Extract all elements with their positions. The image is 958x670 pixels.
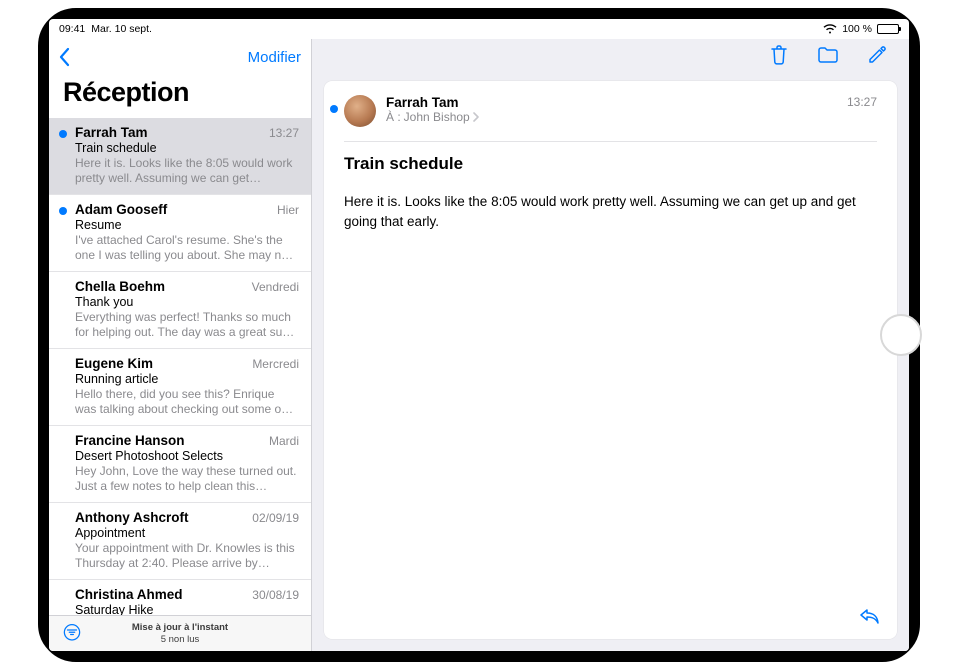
compose-button[interactable]	[867, 45, 887, 70]
battery-icon	[877, 24, 899, 34]
message-item[interactable]: Eugene Kim MercrediRunning articleHello t…	[49, 349, 311, 426]
message-date: Hier	[277, 203, 299, 217]
message-preview: Hello there, did you see this? Enrique w…	[75, 387, 299, 417]
message-item[interactable]: Adam Gooseff HierResumeI've attached Caro…	[49, 195, 311, 272]
message-sender: Adam Gooseff	[75, 202, 167, 217]
message-sender: Chella Boehm	[75, 279, 165, 294]
reader-toolbar	[312, 39, 909, 75]
sidebar-toolbar: Modifier	[49, 39, 311, 75]
message-preview: Everything was perfect! Thanks so much f…	[75, 310, 299, 340]
message-item[interactable]: Chella Boehm VendrediThank youEverything …	[49, 272, 311, 349]
message-item[interactable]: Anthony Ashcroft 02/09/19AppointmentYour …	[49, 503, 311, 580]
footer-unread-count: 5 non lus	[161, 634, 200, 645]
message-sender: Farrah Tam	[75, 125, 148, 140]
message-subject: Appointment	[75, 526, 299, 540]
mailbox-title: Réception	[49, 75, 311, 118]
message-preview: Here it is. Looks like the 8:05 would wo…	[75, 156, 299, 186]
message-sender: Anthony Ashcroft	[75, 510, 189, 525]
mail-to-row[interactable]: À : John Bishop	[386, 110, 837, 124]
move-button[interactable]	[817, 46, 839, 69]
message-sender: Francine Hanson	[75, 433, 185, 448]
mail-sender[interactable]: Farrah Tam	[386, 95, 837, 110]
reader-pane: Farrah Tam À : John Bishop 13:27	[312, 39, 909, 651]
footer-status: Mise à jour à l'instant	[132, 622, 228, 633]
unread-dot-icon	[59, 207, 67, 215]
message-subject: Train schedule	[75, 141, 299, 155]
battery-percent: 100 %	[842, 23, 872, 35]
mail-body: Here it is. Looks like the 8:05 would wo…	[344, 192, 877, 231]
sidebar-footer: Mise à jour à l'instant 5 non lus	[49, 615, 311, 651]
to-label: À :	[386, 110, 401, 124]
screen: 09:41 Mar. 10 sept. 100 % M	[49, 19, 909, 651]
delete-button[interactable]	[769, 44, 789, 71]
filter-button[interactable]	[63, 623, 81, 644]
home-button[interactable]	[880, 314, 922, 356]
sidebar: Modifier Réception Farrah Tam 13:27Train …	[49, 39, 312, 651]
mail-time: 13:27	[847, 95, 877, 109]
message-subject: Running article	[75, 372, 299, 386]
message-date: Mercredi	[252, 357, 299, 371]
message-sender: Eugene Kim	[75, 356, 153, 371]
message-date: 02/09/19	[252, 511, 299, 525]
message-item[interactable]: Farrah Tam 13:27Train scheduleHere it is.…	[49, 118, 311, 195]
back-button[interactable]	[53, 43, 77, 71]
message-preview: Hey John, Love the way these turned out.…	[75, 464, 299, 494]
message-subject: Thank you	[75, 295, 299, 309]
mail-card: Farrah Tam À : John Bishop 13:27	[324, 81, 897, 639]
status-date: Mar. 10 sept.	[91, 23, 152, 35]
mail-subject: Train schedule	[344, 154, 877, 174]
message-date: 30/08/19	[252, 588, 299, 602]
message-sender: Christina Ahmed	[75, 587, 183, 602]
to-name: John Bishop	[404, 110, 470, 124]
message-date: Vendredi	[252, 280, 299, 294]
message-subject: Desert Photoshoot Selects	[75, 449, 299, 463]
message-subject: Resume	[75, 218, 299, 232]
mail-header: Farrah Tam À : John Bishop 13:27	[344, 95, 877, 127]
unread-dot-icon	[330, 105, 338, 113]
chevron-right-icon	[473, 112, 480, 122]
message-item[interactable]: Francine Hanson MardiDesert Photoshoot Se…	[49, 426, 311, 503]
status-time: 09:41	[59, 23, 85, 35]
message-preview: Your appointment with Dr. Knowles is thi…	[75, 541, 299, 571]
message-list[interactable]: Farrah Tam 13:27Train scheduleHere it is.…	[49, 118, 311, 615]
unread-dot-icon	[59, 130, 67, 138]
status-bar: 09:41 Mar. 10 sept. 100 %	[49, 19, 909, 39]
ipad-frame: 09:41 Mar. 10 sept. 100 % M	[38, 8, 920, 662]
wifi-icon	[823, 24, 837, 34]
message-subject: Saturday Hike	[75, 603, 299, 615]
divider	[344, 141, 877, 142]
edit-button[interactable]: Modifier	[248, 49, 301, 66]
message-preview: I've attached Carol's resume. She's the …	[75, 233, 299, 263]
message-item[interactable]: Christina Ahmed30/08/19Saturday HikeHell…	[49, 580, 311, 615]
reply-button[interactable]	[859, 606, 881, 629]
message-date: Mardi	[269, 434, 299, 448]
avatar[interactable]	[344, 95, 376, 127]
message-date: 13:27	[269, 126, 299, 140]
